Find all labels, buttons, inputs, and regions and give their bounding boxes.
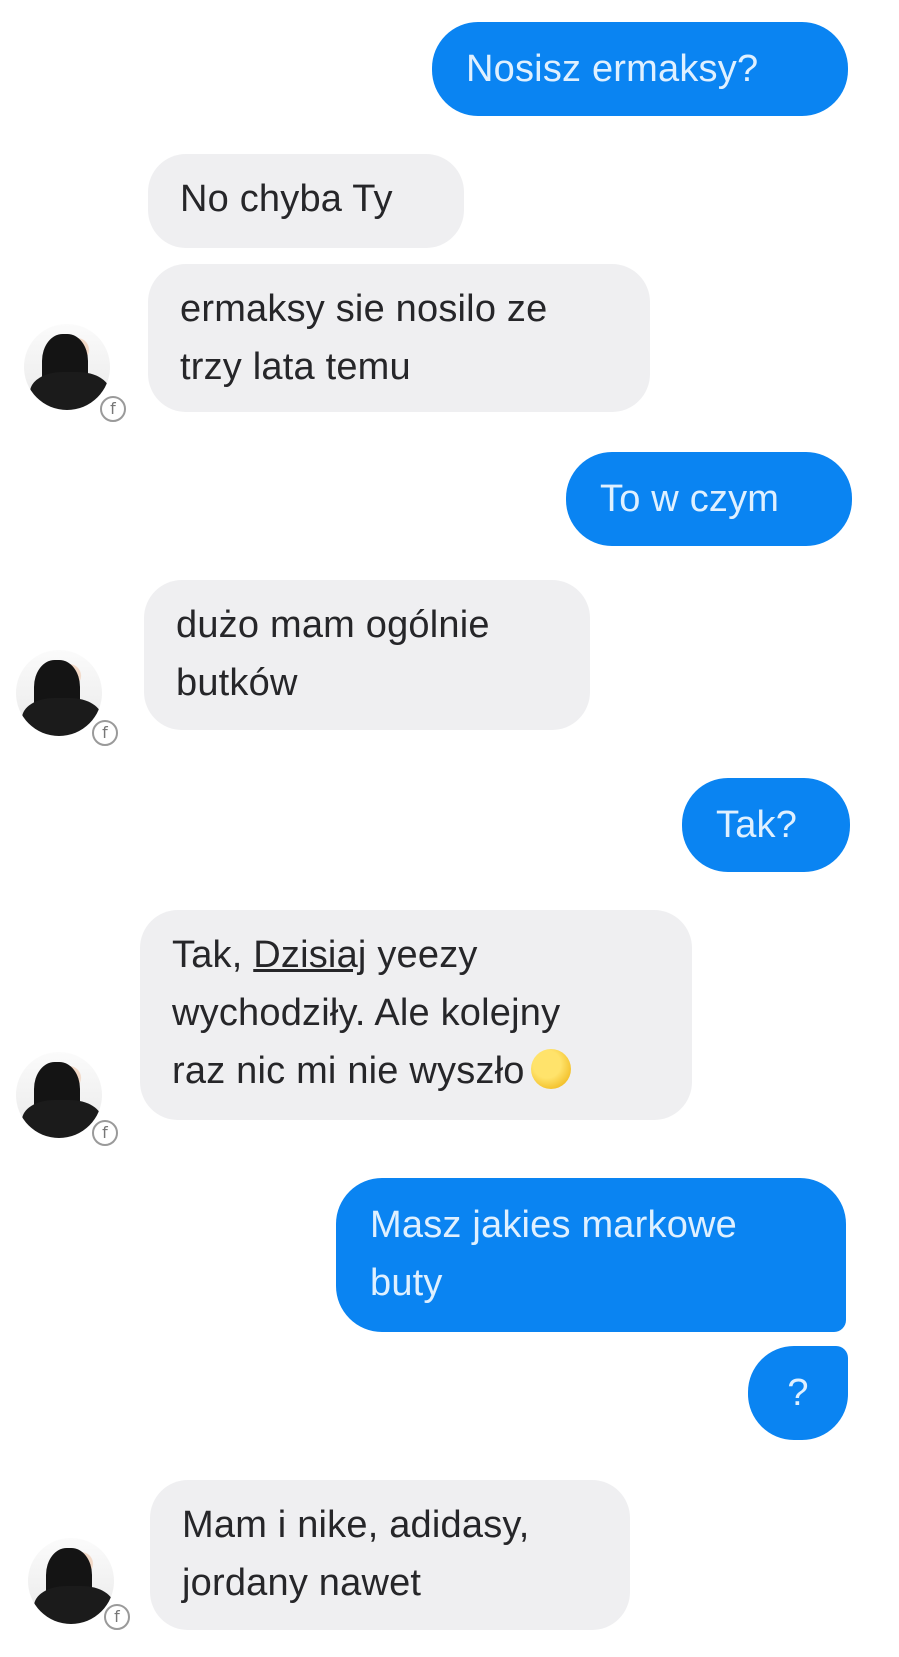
incoming-message[interactable]: ermaksy sie nosilo ze trzy lata temu [148, 264, 650, 412]
message-text-with-emoji: raz nic mi nie wyszło [172, 1042, 660, 1100]
messenger-badge-icon: f [104, 1604, 130, 1630]
messenger-badge-icon: f [92, 720, 118, 746]
contact-avatar[interactable] [28, 1538, 114, 1624]
contact-avatar[interactable] [16, 650, 102, 736]
contact-avatar[interactable] [24, 324, 110, 410]
message-thread: Nosisz ermaksy? No chyba Ty ermaksy sie … [0, 0, 899, 1657]
message-text: buty [370, 1262, 443, 1304]
messenger-badge-icon: f [92, 1120, 118, 1146]
outgoing-message[interactable]: Nosisz ermaksy? [432, 22, 848, 116]
message-text: Nosisz ermaksy? [466, 48, 759, 90]
contact-avatar[interactable] [16, 1052, 102, 1138]
incoming-message[interactable]: No chyba Ty [148, 154, 464, 248]
message-text: Mam i nike, adidasy, [182, 1504, 530, 1546]
message-text: To w czym [600, 478, 780, 520]
message-text: wychodziły. Ale kolejny [172, 992, 561, 1034]
messenger-badge-icon: f [100, 396, 126, 422]
outgoing-message[interactable]: Tak? [682, 778, 850, 872]
message-text: ? [787, 1372, 809, 1414]
message-text: dużo mam ogólnie [176, 604, 490, 646]
outgoing-message[interactable]: ? [748, 1346, 848, 1440]
outgoing-message[interactable]: To w czym [566, 452, 852, 546]
outgoing-message[interactable]: Masz jakies markowe buty [336, 1178, 846, 1332]
message-text-part: yeezy [366, 934, 478, 976]
message-text: jordany nawet [182, 1562, 422, 1604]
date-link[interactable]: Dzisiaj [253, 934, 366, 976]
message-text-part: Tak, [172, 934, 254, 976]
message-text: Tak? [716, 804, 798, 846]
message-text: ermaksy sie nosilo ze [180, 288, 548, 330]
message-text: butków [176, 662, 298, 704]
message-text: trzy lata temu [180, 346, 411, 388]
message-text: raz nic mi nie wyszło [172, 1050, 525, 1092]
incoming-message[interactable]: Mam i nike, adidasy, jordany nawet [150, 1480, 630, 1630]
message-text: No chyba Ty [180, 178, 393, 220]
slightly-frowning-face-icon [530, 1049, 571, 1089]
incoming-message[interactable]: dużo mam ogólnie butków [144, 580, 590, 730]
message-text: Masz jakies markowe [370, 1204, 738, 1246]
message-text: Tak, Dzisiaj yeezy [172, 926, 660, 984]
incoming-message[interactable]: Tak, Dzisiaj yeezy wychodziły. Ale kolej… [140, 910, 692, 1120]
